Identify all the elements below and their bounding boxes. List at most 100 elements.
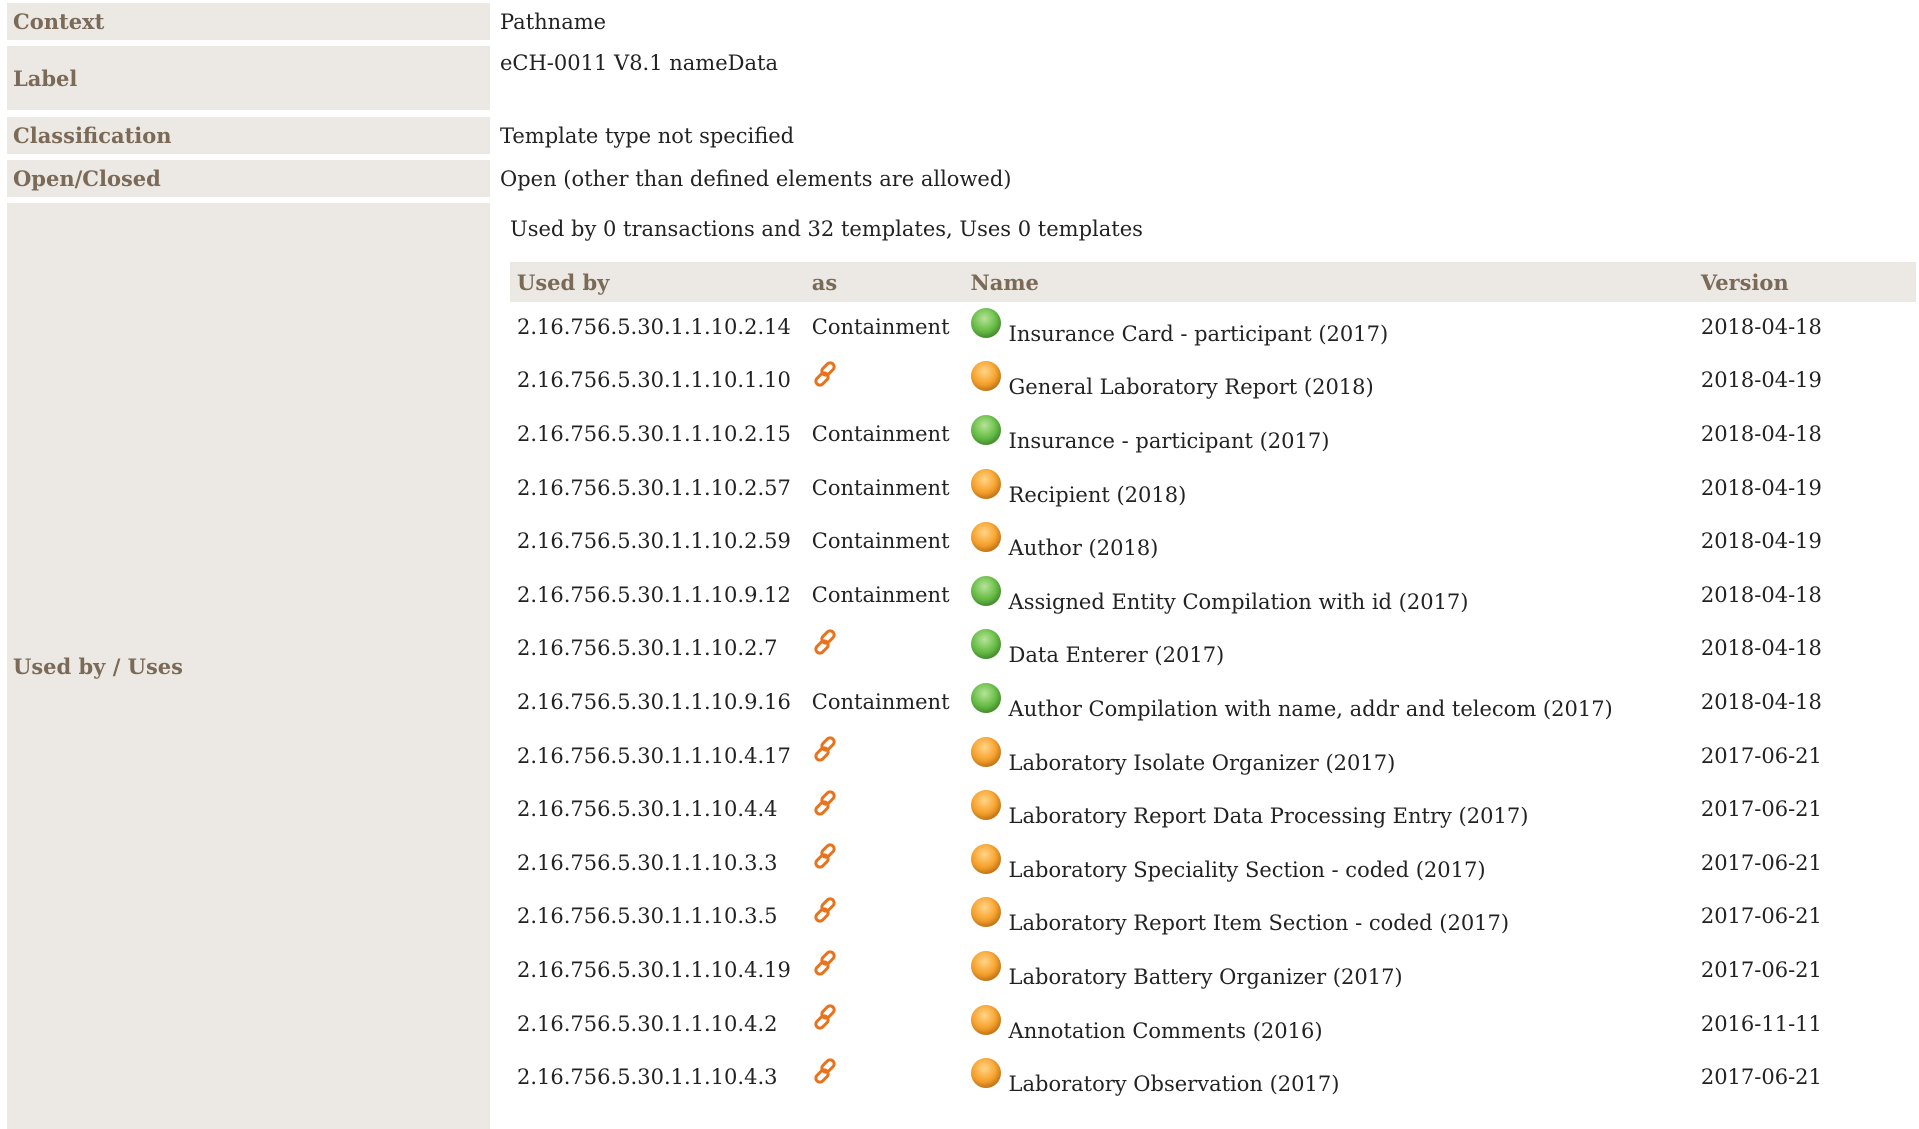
template-name-cell[interactable]: Laboratory Battery Organizer (2017) xyxy=(964,945,1694,999)
template-name-cell[interactable]: Laboratory Isolate Organizer (2017) xyxy=(964,731,1694,785)
link-icon[interactable] xyxy=(812,1057,840,1090)
used-by-id-text[interactable]: 2.16.756.5.30.1.1.10.2.15 xyxy=(517,422,791,446)
as-cell xyxy=(805,999,964,1053)
green-status-icon xyxy=(970,682,1001,713)
used-by-id-text[interactable]: 2.16.756.5.30.1.1.10.2.14 xyxy=(517,315,791,339)
used-by-id-text[interactable]: 2.16.756.5.30.1.1.10.1.10 xyxy=(517,368,791,392)
usage-header-row: Used by as Name Version xyxy=(510,262,1916,302)
template-name-cell[interactable]: General Laboratory Report (2018) xyxy=(964,356,1694,410)
table-row[interactable]: 2.16.756.5.30.1.1.10.4.3 Laboratory Obser… xyxy=(510,1052,1916,1106)
template-name[interactable]: Data Enterer (2017) xyxy=(1009,643,1225,667)
template-name-cell[interactable]: Assigned Entity Compilation with id (201… xyxy=(964,570,1694,624)
orange-status-icon xyxy=(970,1004,1001,1035)
used-by-id[interactable]: 2.16.756.5.30.1.1.10.9.12 xyxy=(510,570,805,624)
used-by-id-text[interactable]: 2.16.756.5.30.1.1.10.2.57 xyxy=(517,476,791,500)
used-by-id-text[interactable]: 2.16.756.5.30.1.1.10.3.5 xyxy=(517,904,778,928)
table-row[interactable]: 2.16.756.5.30.1.1.10.3.3 Laboratory Speci… xyxy=(510,838,1916,892)
used-by-id[interactable]: 2.16.756.5.30.1.1.10.2.7 xyxy=(510,624,805,678)
used-by-id[interactable]: 2.16.756.5.30.1.1.10.2.15 xyxy=(510,409,805,463)
used-by-id-text[interactable]: 2.16.756.5.30.1.1.10.4.17 xyxy=(517,744,791,768)
used-by-id[interactable]: 2.16.756.5.30.1.1.10.4.19 xyxy=(510,945,805,999)
used-by-id[interactable]: 2.16.756.5.30.1.1.10.9.16 xyxy=(510,677,805,731)
used-by-id-text[interactable]: 2.16.756.5.30.1.1.10.4.3 xyxy=(517,1065,778,1089)
template-name[interactable]: Laboratory Speciality Section - coded (2… xyxy=(1009,858,1486,882)
table-row[interactable]: 2.16.756.5.30.1.1.10.4.19 Laboratory Batt… xyxy=(510,945,1916,999)
template-name[interactable]: Laboratory Report Data Processing Entry … xyxy=(1009,804,1529,828)
used-by-id[interactable]: 2.16.756.5.30.1.1.10.2.14 xyxy=(510,302,805,356)
header-name[interactable]: Name xyxy=(963,262,1694,302)
template-name-cell[interactable]: Insurance Card - participant (2017) xyxy=(964,302,1694,356)
table-row[interactable]: 2.16.756.5.30.1.1.10.4.17 Laboratory Isol… xyxy=(510,731,1916,785)
used-by-id-text[interactable]: 2.16.756.5.30.1.1.10.9.12 xyxy=(517,583,791,607)
template-name-cell[interactable]: Laboratory Report Data Processing Entry … xyxy=(964,784,1694,838)
used-by-id[interactable]: 2.16.756.5.30.1.1.10.1.10 xyxy=(510,356,805,410)
link-icon[interactable] xyxy=(812,789,840,822)
table-row[interactable]: 2.16.756.5.30.1.1.10.4.4 Laboratory Repor… xyxy=(510,784,1916,838)
template-name[interactable]: Annotation Comments (2016) xyxy=(1009,1019,1323,1043)
table-row[interactable]: 2.16.756.5.30.1.1.10.2.14 Containment Insu… xyxy=(510,302,1916,356)
link-icon[interactable] xyxy=(812,735,840,768)
template-name[interactable]: General Laboratory Report (2018) xyxy=(1009,375,1374,399)
link-icon[interactable] xyxy=(812,628,840,661)
usedby-label: Used by / Uses xyxy=(7,203,490,1129)
used-by-id-text[interactable]: 2.16.756.5.30.1.1.10.2.7 xyxy=(517,636,778,660)
template-name-cell[interactable]: Insurance - participant (2017) xyxy=(964,409,1694,463)
used-by-id[interactable]: 2.16.756.5.30.1.1.10.4.3 xyxy=(510,1052,805,1106)
template-name[interactable]: Author (2018) xyxy=(1009,536,1159,560)
used-by-id-text[interactable]: 2.16.756.5.30.1.1.10.9.16 xyxy=(517,690,791,714)
table-row[interactable]: 2.16.756.5.30.1.1.10.9.12 Containment Assi… xyxy=(510,570,1916,624)
header-as[interactable]: as xyxy=(804,262,964,302)
as-cell xyxy=(805,838,964,892)
template-name[interactable]: Laboratory Report Item Section - coded (… xyxy=(1009,911,1510,935)
template-name[interactable]: Laboratory Isolate Organizer (2017) xyxy=(1009,751,1396,775)
template-name[interactable]: Laboratory Observation (2017) xyxy=(1009,1072,1340,1096)
header-version[interactable]: Version xyxy=(1693,262,1916,302)
used-by-id-text[interactable]: 2.16.756.5.30.1.1.10.4.2 xyxy=(517,1012,778,1036)
table-row[interactable]: 2.16.756.5.30.1.1.10.9.16 Containment Auth… xyxy=(510,677,1916,731)
table-row[interactable]: 2.16.756.5.30.1.1.10.2.59 Containment Auth… xyxy=(510,516,1916,570)
used-by-id-text[interactable]: 2.16.756.5.30.1.1.10.2.59 xyxy=(517,529,791,553)
link-icon[interactable] xyxy=(812,896,840,929)
used-by-id-text[interactable]: 2.16.756.5.30.1.1.10.4.4 xyxy=(517,797,778,821)
template-version: 2018-04-18 xyxy=(1700,636,1822,661)
used-by-id[interactable]: 2.16.756.5.30.1.1.10.4.2 xyxy=(510,999,805,1053)
template-name-cell[interactable]: Laboratory Report Item Section - coded (… xyxy=(964,892,1694,946)
table-row[interactable]: 2.16.756.5.30.1.1.10.1.10 General Laborat… xyxy=(510,356,1916,410)
link-icon[interactable] xyxy=(812,1003,840,1036)
link-icon[interactable] xyxy=(812,360,840,393)
used-by-id[interactable]: 2.16.756.5.30.1.1.10.3.3 xyxy=(510,838,805,892)
used-by-id[interactable]: 2.16.756.5.30.1.1.10.4.17 xyxy=(510,731,805,785)
template-name[interactable]: Author Compilation with name, addr and t… xyxy=(1009,697,1613,721)
table-row[interactable]: 2.16.756.5.30.1.1.10.2.15 Containment Insu… xyxy=(510,409,1916,463)
template-name-cell[interactable]: Author (2018) xyxy=(964,516,1694,570)
header-used-by[interactable]: Used by xyxy=(510,262,805,302)
used-by-id[interactable]: 2.16.756.5.30.1.1.10.3.5 xyxy=(510,892,805,946)
template-name-cell[interactable]: Data Enterer (2017) xyxy=(964,624,1694,678)
link-icon[interactable] xyxy=(812,842,840,875)
table-row[interactable]: 2.16.756.5.30.1.1.10.2.57 Containment Reci… xyxy=(510,463,1916,517)
table-row[interactable]: 2.16.756.5.30.1.1.10.3.5 Laboratory Repor… xyxy=(510,892,1916,946)
template-name-cell[interactable]: Annotation Comments (2016) xyxy=(964,999,1694,1053)
used-by-id-text[interactable]: 2.16.756.5.30.1.1.10.4.19 xyxy=(517,958,791,982)
template-version: 2018-04-18 xyxy=(1700,582,1822,607)
template-name[interactable]: Laboratory Battery Organizer (2017) xyxy=(1009,965,1403,989)
as-value: Containment xyxy=(811,421,950,446)
table-row[interactable]: 2.16.756.5.30.1.1.10.4.2 Annotation Comme… xyxy=(510,999,1916,1053)
used-by-id-text[interactable]: 2.16.756.5.30.1.1.10.3.3 xyxy=(517,851,778,875)
template-name-cell[interactable]: Laboratory Observation (2017) xyxy=(964,1052,1694,1106)
used-by-id[interactable]: 2.16.756.5.30.1.1.10.2.59 xyxy=(510,516,805,570)
used-by-id[interactable]: 2.16.756.5.30.1.1.10.2.57 xyxy=(510,463,805,517)
template-name-cell[interactable]: Recipient (2018) xyxy=(964,463,1694,517)
as-cell xyxy=(805,892,964,946)
used-by-id[interactable]: 2.16.756.5.30.1.1.10.4.4 xyxy=(510,784,805,838)
as-value: Containment xyxy=(811,314,950,339)
template-name[interactable]: Assigned Entity Compilation with id (201… xyxy=(1009,590,1469,614)
template-name[interactable]: Recipient (2018) xyxy=(1009,483,1187,507)
template-version: 2018-04-18 xyxy=(1700,689,1822,714)
link-icon[interactable] xyxy=(812,949,840,982)
template-name[interactable]: Insurance - participant (2017) xyxy=(1009,429,1330,453)
template-name[interactable]: Insurance Card - participant (2017) xyxy=(1009,322,1389,346)
template-name-cell[interactable]: Laboratory Speciality Section - coded (2… xyxy=(964,838,1694,892)
table-row[interactable]: 2.16.756.5.30.1.1.10.2.7 Data Enterer (20… xyxy=(510,624,1916,678)
template-name-cell[interactable]: Author Compilation with name, addr and t… xyxy=(964,677,1694,731)
